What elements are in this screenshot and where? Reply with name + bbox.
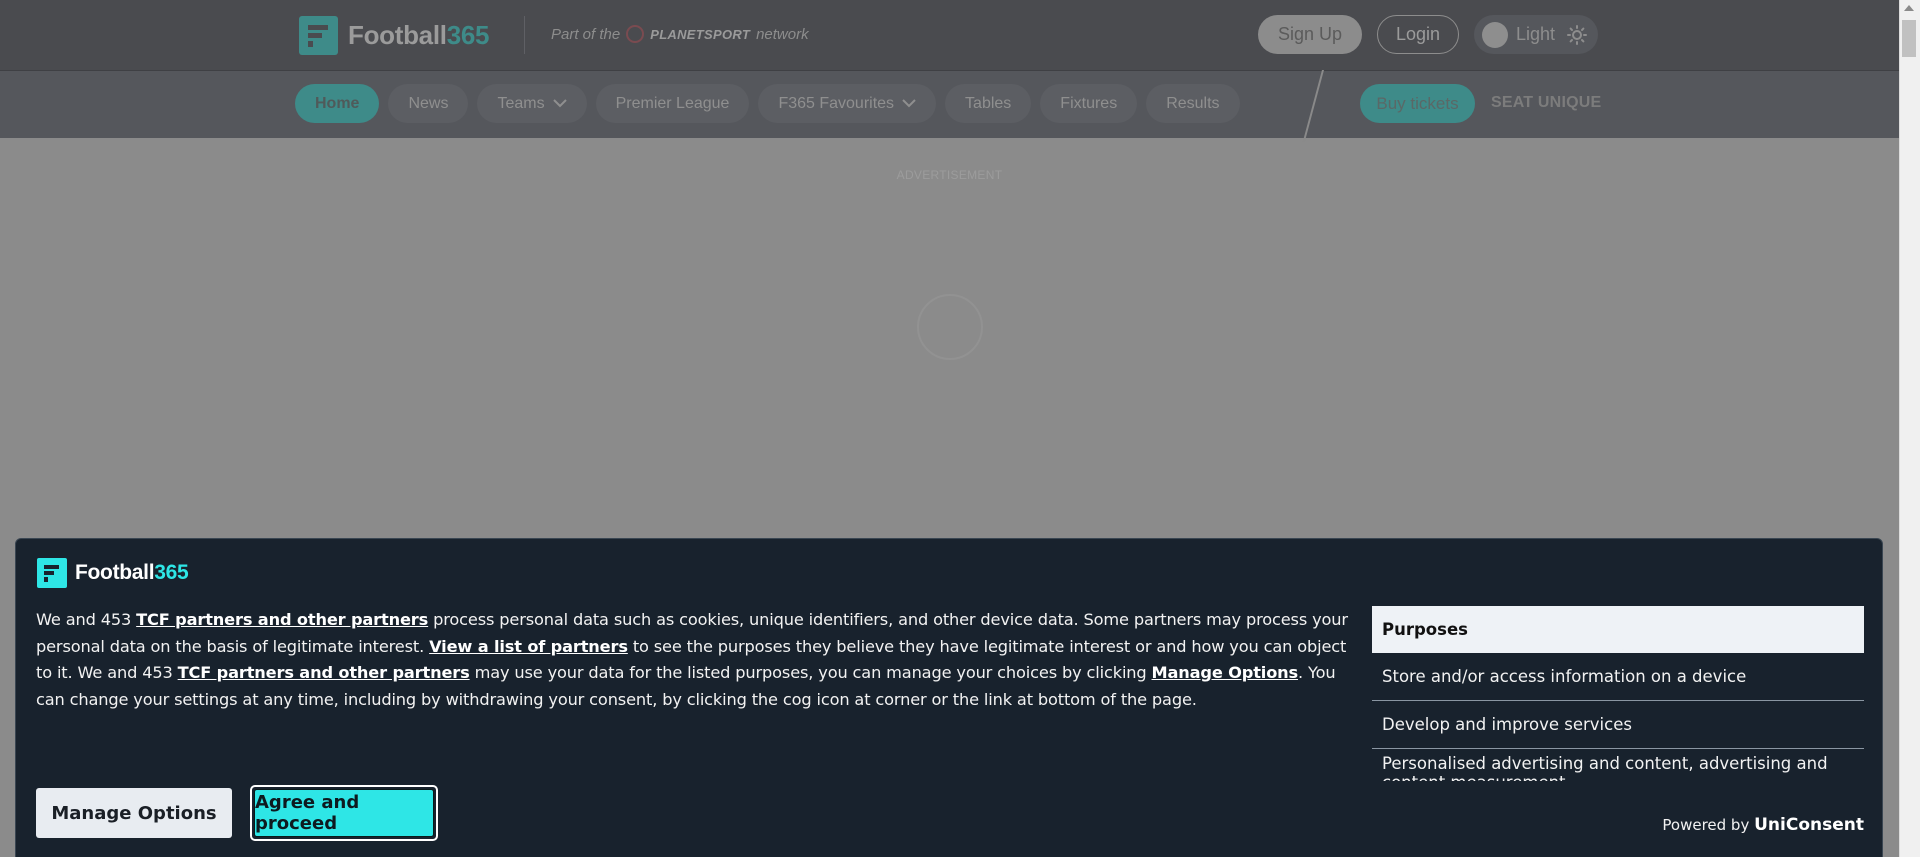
- nav-items: Home News Teams Premier League F365 Favo…: [295, 84, 1240, 123]
- powered-by: Powered by UniConsent: [1662, 815, 1864, 835]
- nav-fixtures[interactable]: Fixtures: [1040, 84, 1138, 123]
- scrollbar-track[interactable]: [1899, 0, 1920, 857]
- signup-button[interactable]: Sign Up: [1258, 15, 1362, 54]
- logo-mark-icon: [37, 558, 67, 588]
- consent-logo: Football365: [37, 558, 189, 588]
- site-logo[interactable]: Football365: [299, 16, 489, 55]
- theme-label: Light: [1516, 24, 1556, 44]
- sun-icon: [1567, 24, 1588, 45]
- planetsport-wordmark: PLANETSPORT: [650, 26, 751, 42]
- chevron-down-icon: [902, 99, 916, 108]
- view-partners-link[interactable]: View a list of partners: [429, 637, 628, 656]
- nav-home[interactable]: Home: [295, 84, 380, 123]
- consent-brand: Football365: [75, 561, 189, 584]
- scrollbar-thumb[interactable]: [1902, 20, 1916, 57]
- tcf-partners-link[interactable]: TCF partners and other partners: [136, 610, 428, 629]
- loading-spinner-icon: [917, 294, 983, 360]
- theme-toggle[interactable]: Light: [1474, 15, 1598, 54]
- purpose-item: Personalised advertising and content, ad…: [1372, 749, 1864, 782]
- agree-button-focus-ring: Agree and proceed: [250, 785, 438, 841]
- purpose-item: Store and/or access information on a dev…: [1372, 653, 1864, 701]
- nav-tables[interactable]: Tables: [945, 84, 1032, 123]
- nav-news[interactable]: News: [388, 84, 469, 123]
- logo-mark-icon: [299, 16, 338, 55]
- scroll-up-arrow-icon[interactable]: [1904, 5, 1914, 11]
- nav-premier-league[interactable]: Premier League: [595, 84, 750, 123]
- nav-f365-favourites[interactable]: F365 Favourites: [758, 84, 937, 123]
- top-header: Football365 Part of the PLANETSPORT netw…: [0, 0, 1899, 70]
- logo-text: Football365: [348, 20, 490, 50]
- toggle-knob: [1482, 21, 1508, 48]
- manage-options-link[interactable]: Manage Options: [1152, 663, 1299, 682]
- login-button[interactable]: Login: [1377, 15, 1459, 54]
- consent-text: We and 453 TCF partners and other partne…: [36, 610, 1348, 709]
- partof-pre: Part of the: [551, 25, 621, 43]
- nav-results[interactable]: Results: [1146, 84, 1240, 123]
- planetsport-icon: [626, 25, 645, 43]
- purposes-list[interactable]: Purposes Store and/or access information…: [1372, 606, 1864, 781]
- header-divider: [524, 16, 525, 54]
- agree-and-proceed-button[interactable]: Agree and proceed: [254, 789, 434, 837]
- partof-post: network: [756, 25, 809, 43]
- manage-options-button[interactable]: Manage Options: [36, 788, 232, 838]
- seat-unique-logo[interactable]: SEAT UNIQUE: [1491, 94, 1601, 112]
- network-tagline[interactable]: Part of the PLANETSPORT network: [551, 25, 809, 43]
- consent-banner: Football365 We and 453 TCF partners and …: [15, 538, 1883, 857]
- advertisement-label: ADVERTISEMENT: [896, 168, 1003, 182]
- uniconsent-brand: UniConsent: [1754, 815, 1864, 835]
- purpose-item: Develop and improve services: [1372, 701, 1864, 749]
- buy-tickets-button[interactable]: Buy tickets: [1360, 84, 1475, 123]
- tcf-partners-link-2[interactable]: TCF partners and other partners: [178, 663, 470, 682]
- chevron-down-icon: [552, 99, 567, 108]
- nav-teams[interactable]: Teams: [477, 84, 587, 123]
- purposes-heading: Purposes: [1372, 606, 1864, 653]
